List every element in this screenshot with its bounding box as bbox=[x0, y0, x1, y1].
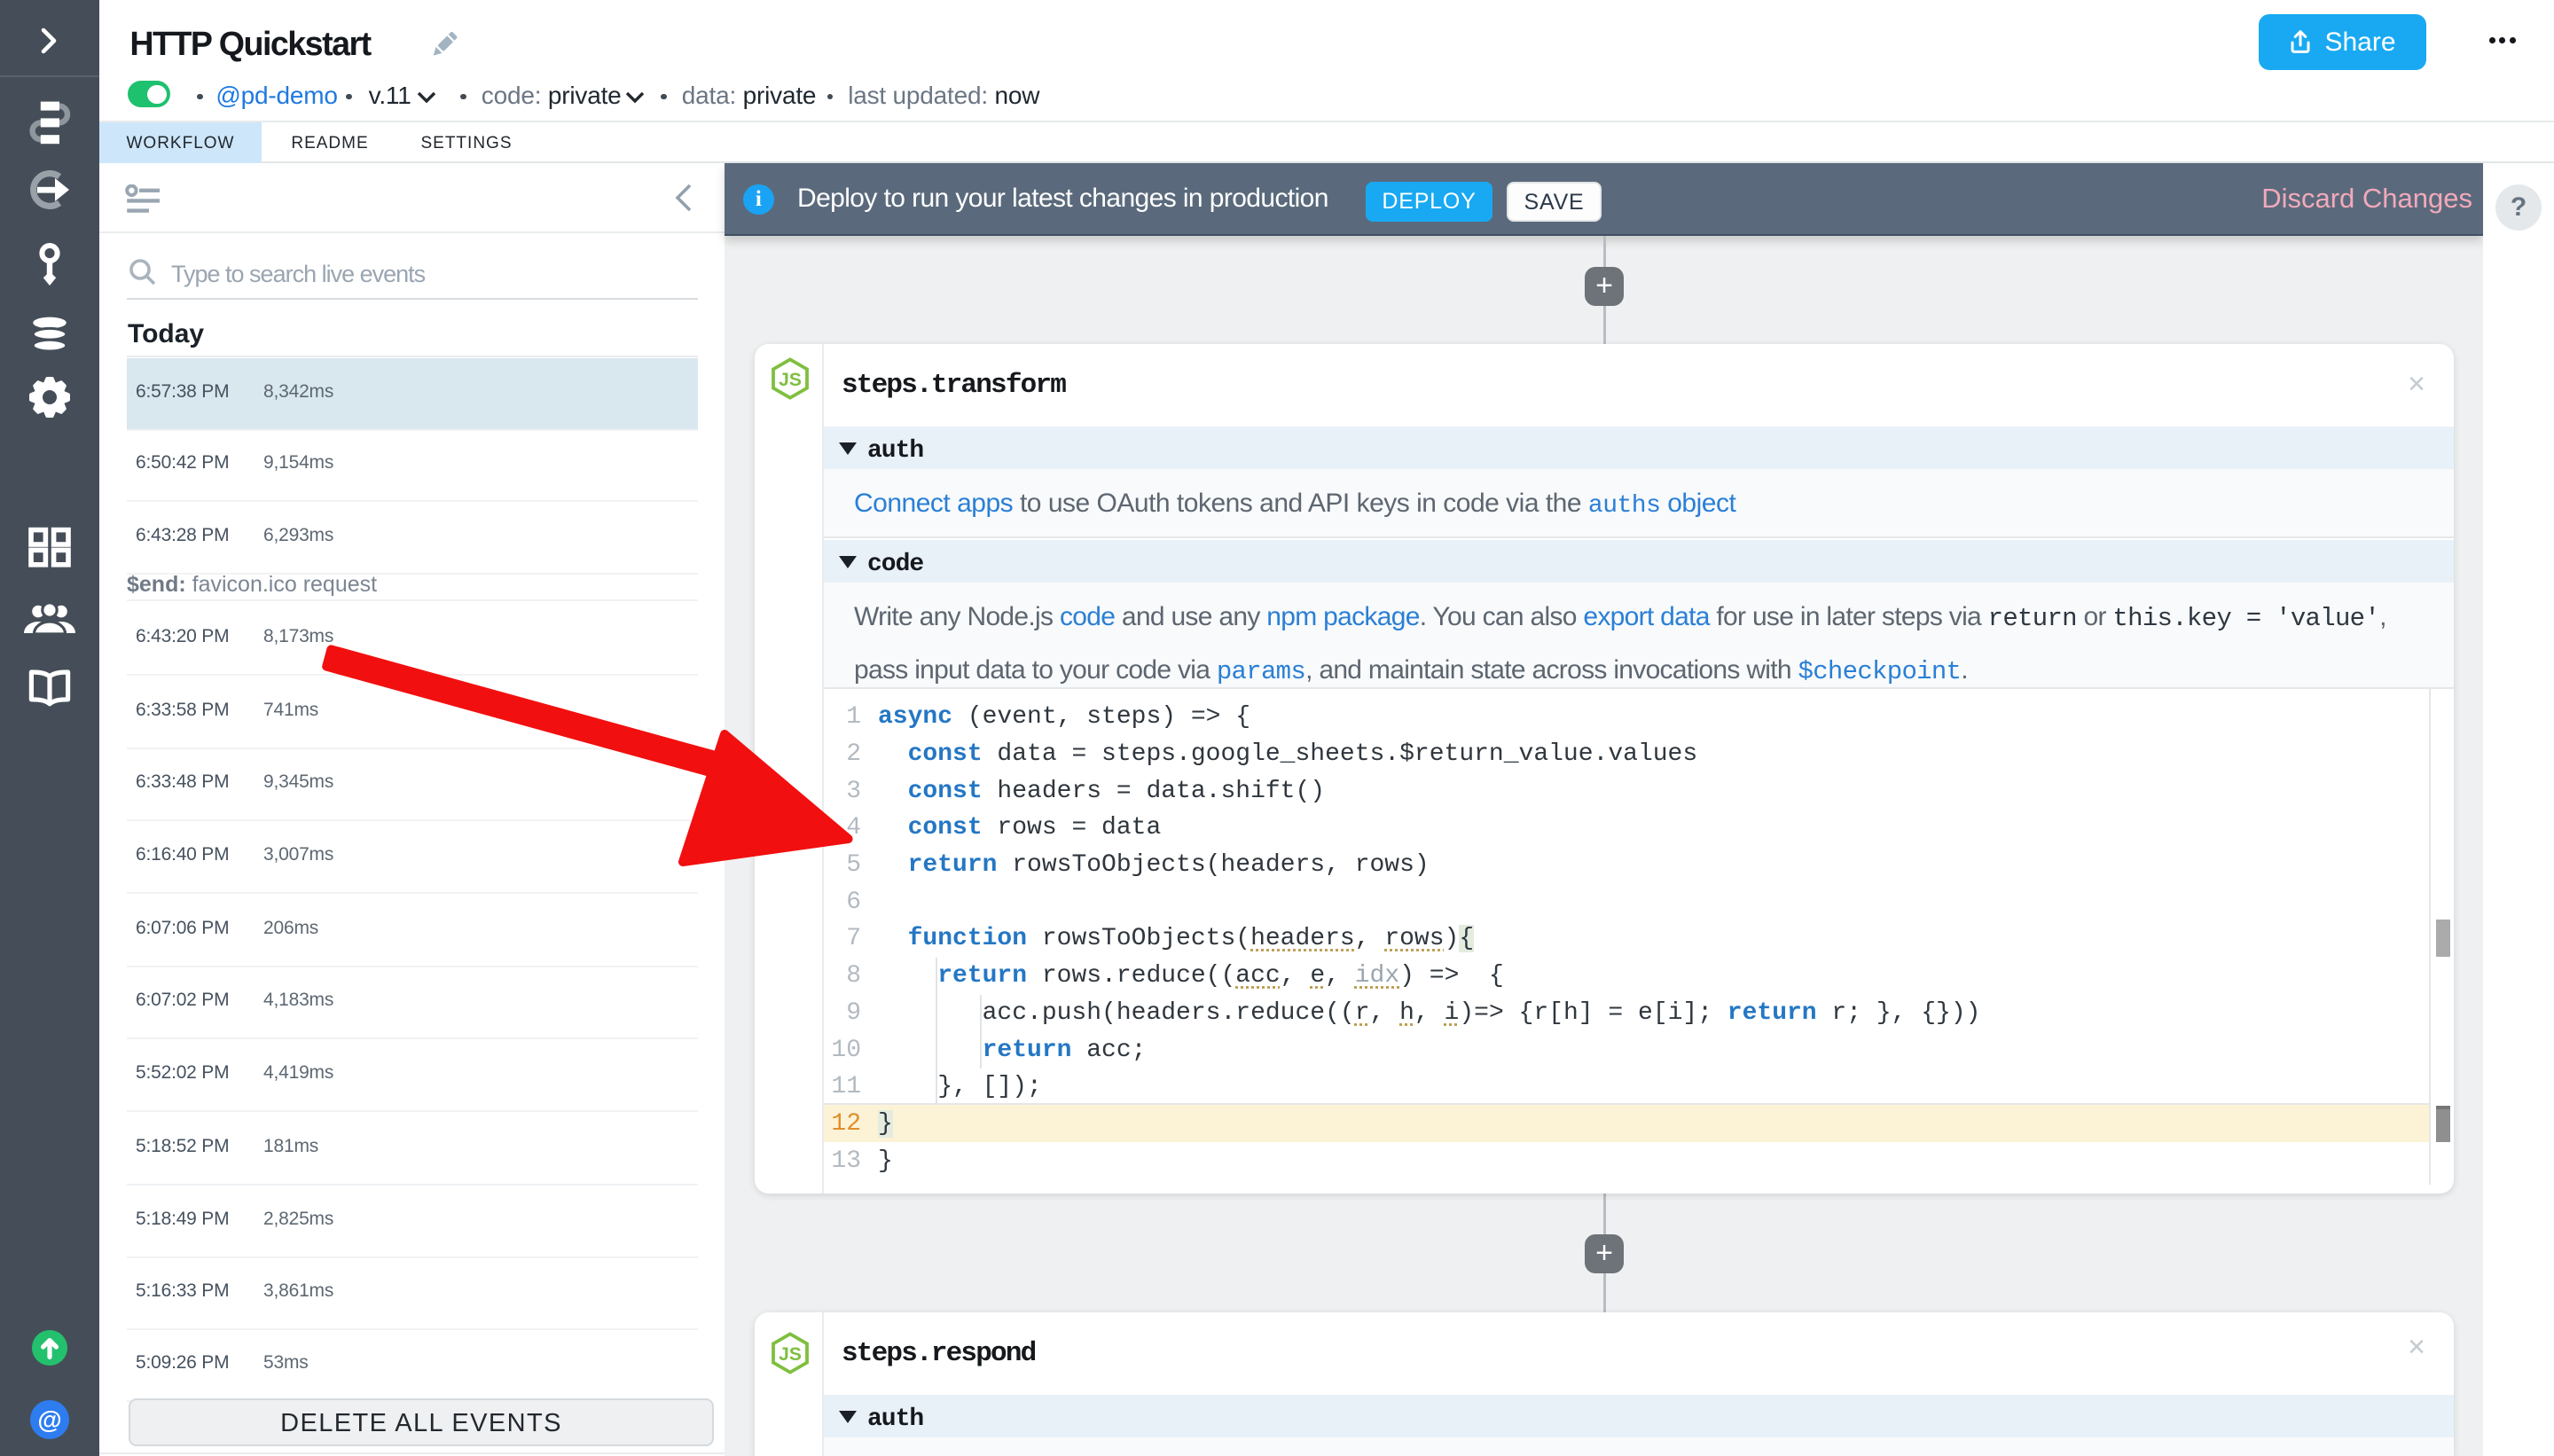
svg-text:@: @ bbox=[37, 1406, 61, 1434]
svg-text:JS: JS bbox=[779, 1344, 802, 1365]
svg-text:JS: JS bbox=[779, 370, 802, 390]
